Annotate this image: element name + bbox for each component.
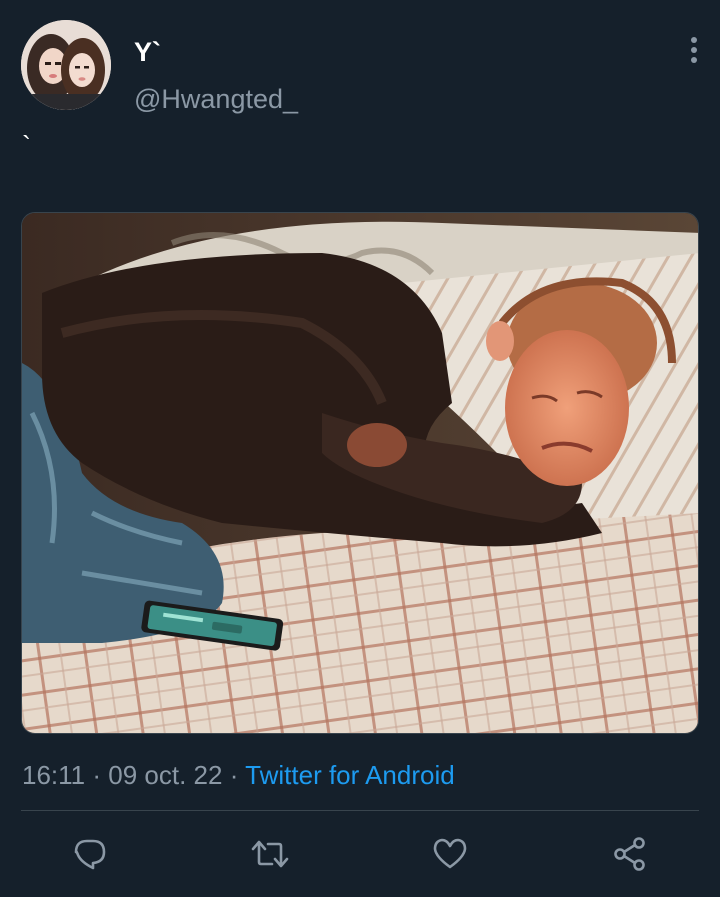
more-dot	[691, 57, 697, 63]
avatar[interactable]	[21, 20, 111, 110]
reply-button[interactable]	[68, 834, 112, 874]
tweet-source-link[interactable]: Twitter for Android	[245, 760, 455, 790]
tweet-meta: 16:11 · 09 oct. 22 · Twitter for Android	[22, 760, 455, 790]
tweet-media[interactable]	[21, 212, 699, 734]
reply-icon	[74, 839, 106, 870]
meta-separator: ·	[92, 760, 102, 790]
meta-separator: ·	[229, 760, 239, 790]
more-options-button[interactable]	[676, 30, 712, 70]
tweet-detail-page: Y` @Hwangted_ ` 16:11 · 09 oct. 22 · Twi…	[0, 0, 720, 897]
tweet-text: `	[22, 131, 31, 161]
share-icon	[614, 837, 645, 871]
avatar-photo-icon	[21, 20, 111, 110]
user-handle[interactable]: @Hwangted_	[134, 84, 298, 114]
tweet-time: 16:11	[22, 760, 86, 790]
tweet-date: 09 oct. 22	[108, 760, 223, 790]
more-dot	[691, 47, 697, 53]
divider	[21, 810, 699, 811]
tweet-photo-icon	[22, 213, 698, 733]
like-icon	[433, 838, 467, 869]
retweet-button[interactable]	[248, 834, 292, 874]
display-name[interactable]: Y`	[134, 37, 161, 67]
retweet-icon	[251, 840, 289, 868]
like-button[interactable]	[428, 834, 472, 874]
share-button[interactable]	[608, 834, 652, 874]
more-dot	[691, 37, 697, 43]
